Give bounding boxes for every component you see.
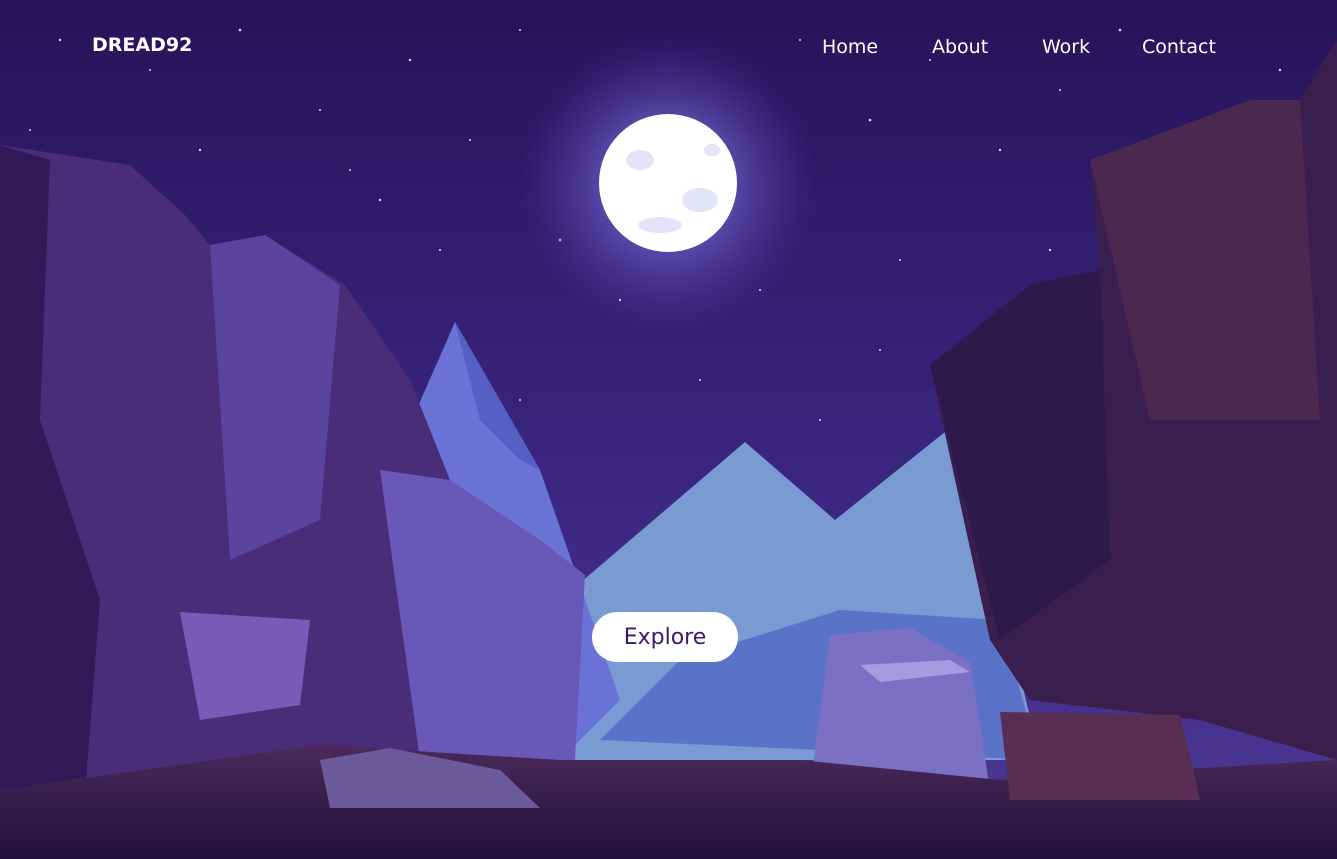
- main-nav: Home About Work Contact: [0, 36, 1337, 62]
- hero-section: DREAD92 Home About Work Contact Explore: [0, 0, 1337, 859]
- right-boulder: [1000, 712, 1200, 800]
- nav-about-link[interactable]: About: [932, 36, 988, 58]
- night-canyon-illustration: [0, 0, 1337, 859]
- nav-contact-link[interactable]: Contact: [1142, 36, 1216, 58]
- explore-button[interactable]: Explore: [592, 612, 738, 662]
- nav-work-link[interactable]: Work: [1042, 36, 1090, 58]
- nav-home-link[interactable]: Home: [822, 36, 878, 58]
- left-cliff-face: [210, 235, 340, 560]
- left-boulder: [180, 612, 310, 720]
